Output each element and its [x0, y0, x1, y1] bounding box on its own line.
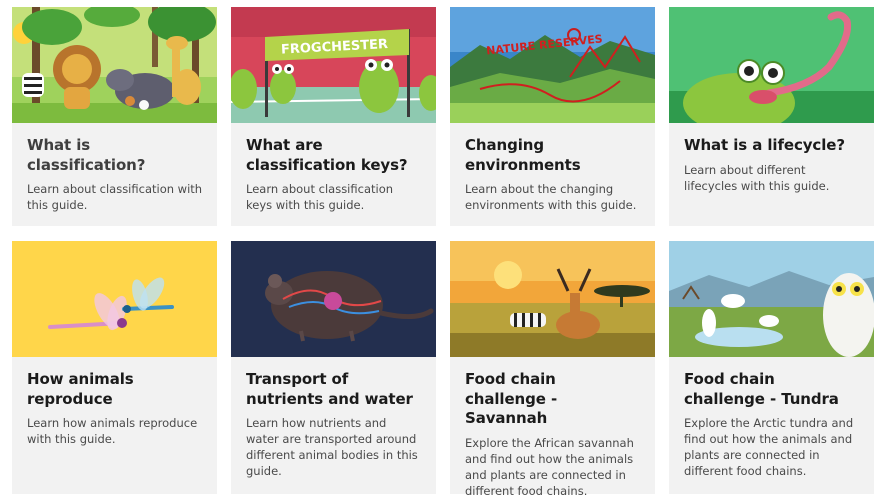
card-thumbnail-transport	[231, 241, 436, 357]
card-title: Changing environments	[465, 136, 581, 174]
card-title: How animals reproduce	[27, 370, 134, 408]
card-title: Food chain challenge - Savannah	[465, 370, 558, 427]
guide-card-grid: What is classification? Learn about clas…	[0, 0, 890, 502]
card-description: Learn about classification with this gui…	[27, 182, 203, 212]
card-description: Learn about different lifecycles with th…	[684, 162, 830, 193]
guide-card-transport-nutrients[interactable]: Transport of nutrients and water Learn h…	[231, 241, 436, 494]
card-description: Learn about the changing environments wi…	[465, 182, 637, 212]
card-description: Learn how animals reproduce with this gu…	[27, 416, 198, 446]
card-title: Transport of nutrients and water	[246, 370, 413, 408]
card-title: What is classification?	[27, 136, 146, 174]
guide-card-tundra[interactable]: Food chain challenge - Tundra Explore th…	[669, 241, 874, 494]
card-description: Learn about classification keys with thi…	[246, 182, 394, 212]
guide-card-savannah[interactable]: Food chain challenge - Savannah Explore …	[450, 241, 655, 498]
guide-card-classification-keys[interactable]: FROGCHESTER What are classification keys…	[231, 7, 436, 226]
guide-card-lifecycle[interactable]: What is a lifecycle? Learn about differe…	[669, 7, 874, 226]
card-title: What is a lifecycle?	[684, 136, 845, 154]
card-title: Food chain challenge - Tundra	[684, 370, 839, 408]
guide-card-what-is-classification[interactable]: What is classification? Learn about clas…	[12, 7, 217, 226]
card-description: Explore the Arctic tundra and find out h…	[684, 416, 854, 478]
card-thumbnail-reproduce	[12, 241, 217, 357]
guide-card-how-animals-reproduce[interactable]: How animals reproduce Learn how animals …	[12, 241, 217, 494]
card-thumbnail-classification	[12, 7, 217, 123]
card-title: What are classification keys?	[246, 136, 408, 174]
card-thumbnail-savannah	[450, 241, 655, 357]
card-description: Learn how nutrients and water are transp…	[246, 416, 418, 478]
card-thumbnail-tundra	[669, 241, 874, 357]
card-description: Explore the African savannah and find ou…	[465, 435, 634, 498]
card-thumbnail-classification-keys: FROGCHESTER	[231, 7, 436, 123]
card-thumbnail-changing-environments: NATURE RESERVES	[450, 7, 655, 123]
card-thumbnail-lifecycle	[669, 7, 874, 123]
guide-card-changing-environments[interactable]: NATURE RESERVES Changing environments Le…	[450, 7, 655, 226]
